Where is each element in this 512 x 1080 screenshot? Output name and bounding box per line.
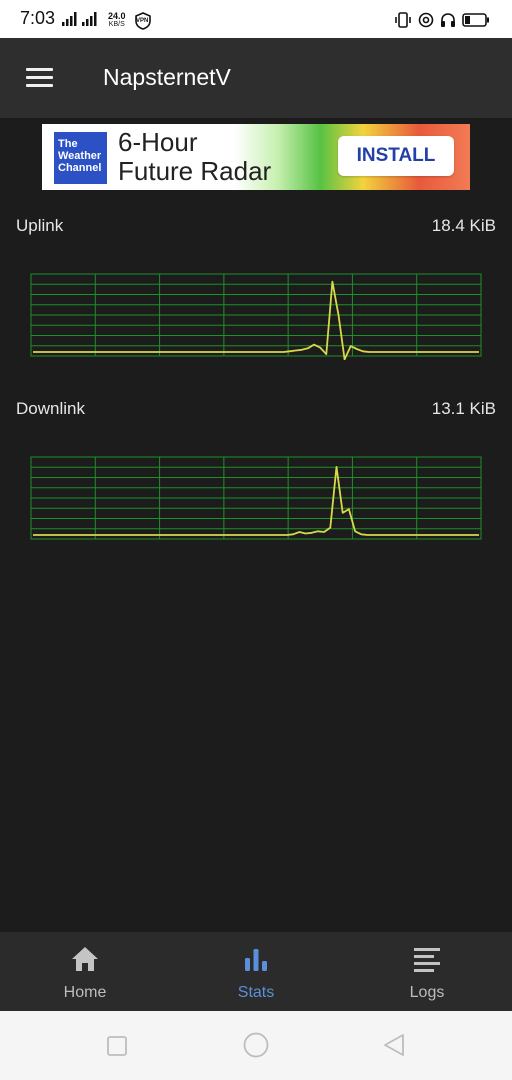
uplink-chart [30, 273, 482, 360]
nav-stats[interactable]: Stats [171, 932, 341, 1011]
ad-headline-line2: Future Radar [118, 156, 272, 186]
system-navigation-bar [0, 1011, 512, 1080]
ad-headline-line1: 6-Hour [118, 127, 198, 157]
logo-line3: Channel [58, 162, 102, 174]
bar-chart-icon [245, 949, 267, 971]
nav-home[interactable]: Home [0, 932, 170, 1011]
ad-banner[interactable]: The Weather Channel 6-Hour Future Radar … [42, 124, 470, 190]
status-time: 7:03 [20, 8, 56, 28]
recent-apps-icon[interactable] [106, 1035, 128, 1057]
uplink-label: Uplink [16, 216, 64, 235]
vpn-icon: VPN [134, 12, 152, 30]
vpn-label: VPN [136, 18, 149, 24]
nav-home-label: Home [63, 984, 107, 1001]
weather-channel-logo: The Weather Channel [54, 132, 107, 184]
back-icon[interactable] [382, 1033, 406, 1057]
downlink-value: 13.1 KiB [431, 399, 496, 418]
nav-stats-label: Stats [237, 984, 275, 1001]
net-speed-value: 24.0 [108, 11, 126, 21]
battery-icon [462, 13, 489, 27]
headphones-icon [441, 13, 455, 27]
downlink-chart [30, 456, 482, 540]
logo-line1: The [58, 138, 78, 150]
network-speed: 24.0 KB/S [108, 11, 126, 29]
traffic-trace-line [33, 280, 479, 360]
install-button[interactable]: INSTALL [338, 136, 454, 176]
nav-logs[interactable]: Logs [342, 932, 512, 1011]
logs-lines-icon [414, 948, 440, 972]
ad-headline: 6-Hour Future Radar [118, 128, 271, 186]
status-bar: 7:03 24.0 KB/S VPN [0, 0, 512, 38]
signal-lte-icon [82, 12, 97, 26]
home-icon [72, 947, 98, 971]
net-speed-unit: KB/S [108, 21, 125, 28]
signal-icons [62, 12, 98, 26]
logo-line2: Weather [58, 150, 102, 162]
vibrate-icon [395, 12, 411, 28]
app-bar: NapsternetV [0, 38, 512, 118]
app-title: NapsternetV [103, 64, 231, 90]
downlink-label: Downlink [16, 399, 85, 418]
uplink-value: 18.4 KiB [431, 216, 496, 235]
at-sign-icon [418, 12, 434, 28]
bottom-navigation: Home Stats Logs [0, 932, 512, 1011]
stats-content: The Weather Channel 6-Hour Future Radar … [0, 118, 512, 932]
hamburger-menu-icon[interactable] [26, 68, 54, 88]
status-right-icons [394, 12, 490, 28]
home-circle-icon[interactable] [243, 1032, 269, 1058]
signal-icon [62, 12, 77, 26]
nav-logs-label: Logs [409, 984, 445, 1001]
